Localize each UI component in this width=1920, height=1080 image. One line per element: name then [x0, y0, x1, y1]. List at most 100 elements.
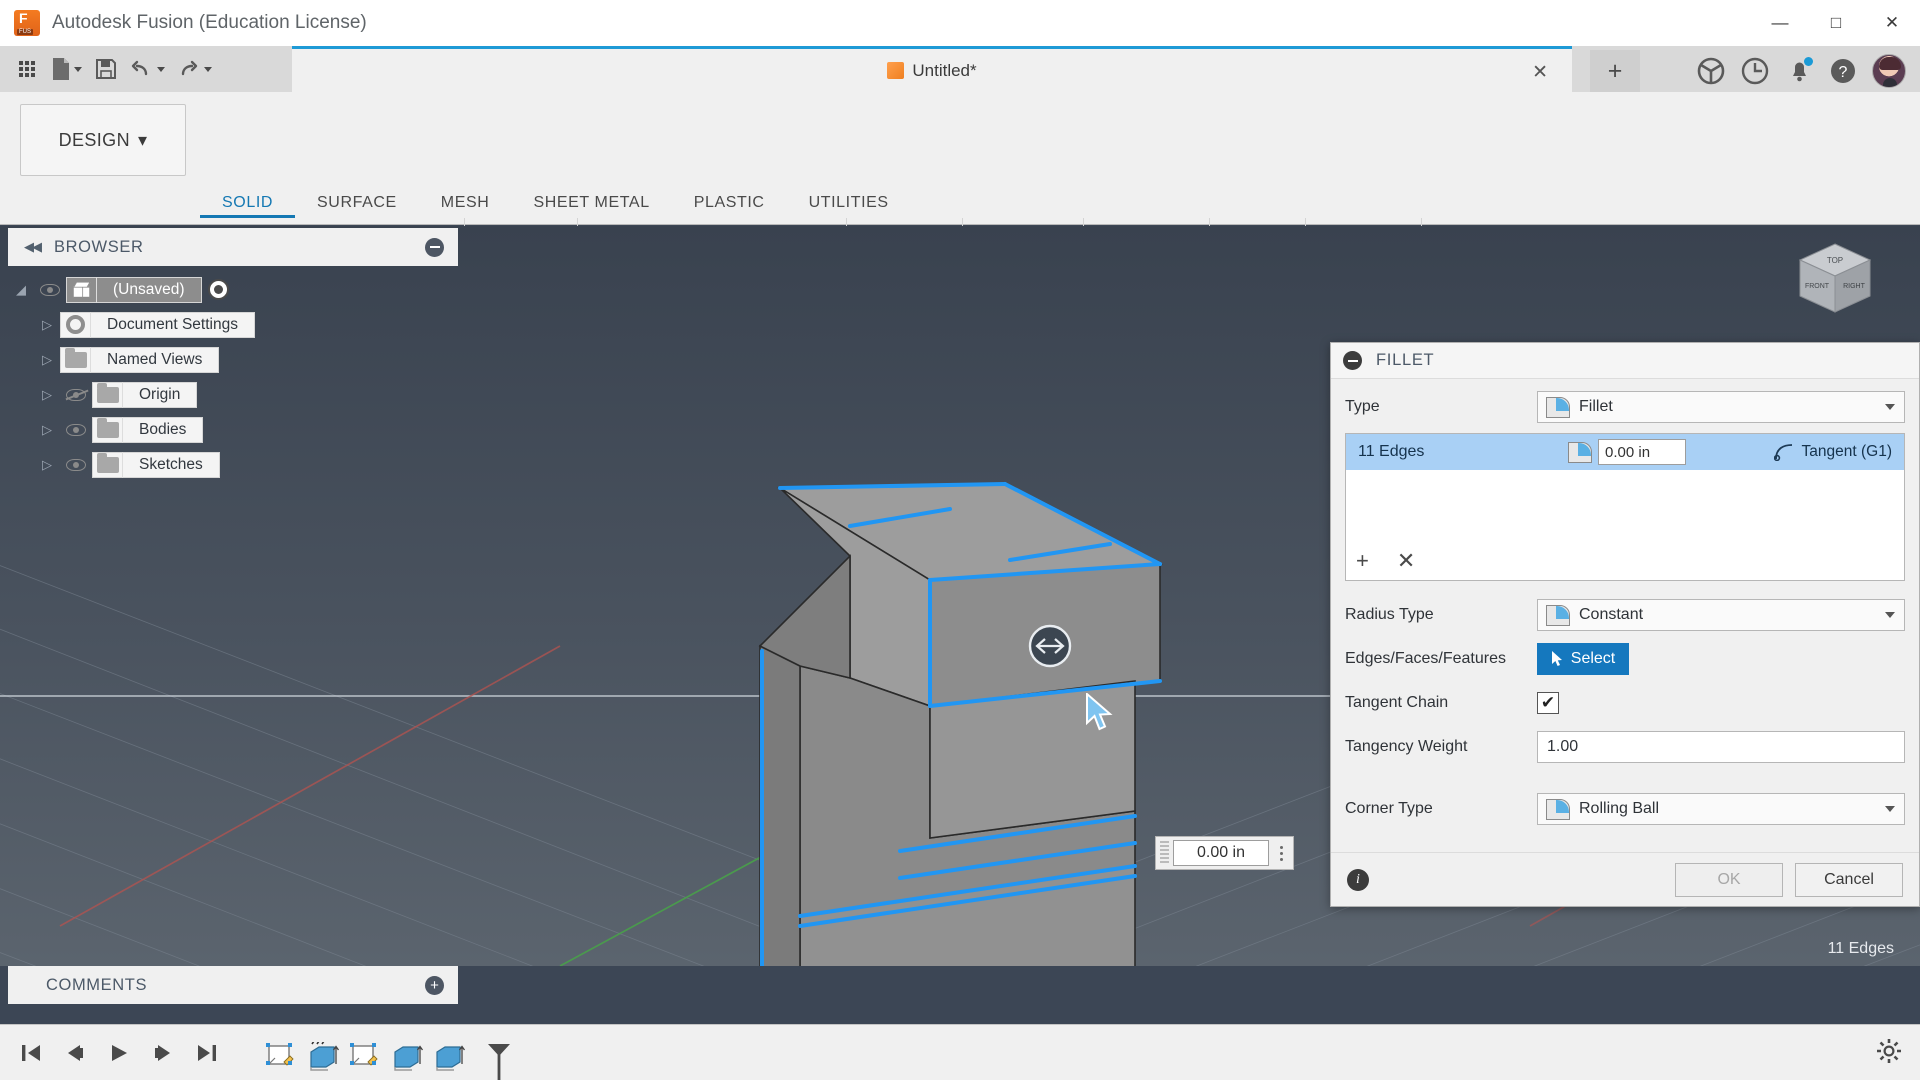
- comments-panel-header[interactable]: COMMENTS +: [8, 966, 458, 1004]
- timeline-bar: [0, 1024, 1920, 1080]
- edge-list-row[interactable]: 11 Edges Tangent (G1): [1346, 434, 1904, 470]
- expand-arrow-right-icon[interactable]: ▷: [34, 457, 60, 473]
- tangency-weight-input[interactable]: 1.00: [1537, 731, 1905, 763]
- radius-type-dropdown[interactable]: Constant: [1537, 599, 1905, 631]
- fillet-dialog-header: FILLET: [1331, 343, 1919, 379]
- visibility-toggle[interactable]: [60, 458, 92, 471]
- tree-row-unsaved[interactable]: ◢ (Unsaved): [8, 272, 458, 307]
- timeline-extrude-feature-1[interactable]: [306, 1040, 340, 1076]
- fillet-dialog[interactable]: FILLET Type Fillet 11 Edges 0.00 in Tang…: [1330, 342, 1920, 907]
- visibility-toggle[interactable]: [60, 423, 92, 436]
- tab-plastic[interactable]: PLASTIC: [672, 188, 787, 218]
- radius-type-value: Constant: [1579, 606, 1644, 623]
- corner-type-dropdown[interactable]: Rolling Ball: [1537, 793, 1905, 825]
- dialog-collapse-icon[interactable]: [1343, 351, 1362, 370]
- type-dropdown[interactable]: Fillet: [1537, 391, 1905, 423]
- expand-arrow-right-icon[interactable]: ▷: [34, 352, 60, 368]
- app-grid-icon[interactable]: [10, 50, 44, 88]
- edge-continuity-label: Tangent (G1): [1801, 443, 1892, 460]
- remove-selection-icon[interactable]: ✕: [1397, 548, 1415, 574]
- edge-radius-input[interactable]: [1598, 439, 1686, 465]
- step-back-button[interactable]: [60, 1038, 90, 1068]
- browser-collapse-icon[interactable]: ◀◀: [24, 239, 42, 255]
- save-icon[interactable]: [89, 50, 123, 88]
- new-tab-button[interactable]: +: [1590, 50, 1640, 92]
- fusion-application-window: Autodesk Fusion (Education License) — □ …: [0, 0, 1920, 1080]
- step-forward-button[interactable]: [148, 1038, 178, 1068]
- cursor-arrow-icon: [1551, 651, 1562, 666]
- tree-row-origin[interactable]: ▷ Origin: [8, 377, 458, 412]
- tree-chip[interactable]: Document Settings: [60, 311, 255, 338]
- view-cube[interactable]: TOP FRONT RIGHT: [1792, 240, 1878, 326]
- tree-chip[interactable]: (Unsaved): [66, 276, 202, 303]
- add-selection-icon[interactable]: +: [1356, 548, 1369, 574]
- edge-continuity[interactable]: Tangent (G1): [1773, 443, 1892, 461]
- activate-radio[interactable]: [207, 279, 229, 300]
- workspace-selector[interactable]: DESIGN ▾: [20, 104, 186, 176]
- document-tab[interactable]: Untitled* ✕: [292, 46, 1572, 92]
- timeline-marker[interactable]: [484, 1042, 518, 1080]
- timeline-extrude-feature-3[interactable]: [432, 1042, 466, 1076]
- corner-type-label: Corner Type: [1345, 800, 1433, 817]
- job-status-clock-icon[interactable]: [1740, 56, 1770, 86]
- account-avatar[interactable]: [1872, 54, 1906, 88]
- timeline-sketch-feature-2[interactable]: [348, 1042, 382, 1076]
- ok-button[interactable]: OK: [1675, 862, 1783, 897]
- inline-dimension-input-group[interactable]: [1155, 836, 1294, 870]
- title-bar: Autodesk Fusion (Education License) — □ …: [0, 0, 1920, 46]
- tab-sheet-metal[interactable]: SHEET METAL: [511, 188, 671, 218]
- timeline-extrude-feature-2[interactable]: [390, 1042, 424, 1076]
- new-document-icon[interactable]: [46, 50, 87, 88]
- tangent-chain-checkbox[interactable]: ✔: [1537, 692, 1559, 714]
- go-to-end-button[interactable]: [192, 1038, 222, 1068]
- timeline-features: [264, 1030, 518, 1080]
- help-icon[interactable]: ?: [1828, 56, 1858, 86]
- expand-arrow-right-icon[interactable]: ▷: [34, 387, 60, 403]
- view-rotate-marker: [1028, 624, 1072, 668]
- radius-type-label: Radius Type: [1345, 606, 1434, 623]
- dimension-options-icon[interactable]: [1273, 845, 1289, 861]
- edge-selection-list[interactable]: 11 Edges Tangent (G1) + ✕: [1345, 433, 1905, 581]
- tree-chip[interactable]: Bodies: [92, 416, 204, 443]
- top-right-icon-bar: ?: [1696, 50, 1906, 92]
- cancel-button[interactable]: Cancel: [1795, 862, 1903, 897]
- tab-surface[interactable]: SURFACE: [295, 188, 419, 218]
- browser-minimize-icon[interactable]: [425, 237, 444, 257]
- tree-row-bodies[interactable]: ▷ Bodies: [8, 412, 458, 447]
- dimension-drag-handle[interactable]: [1160, 841, 1169, 865]
- maximize-button[interactable]: □: [1808, 0, 1864, 46]
- tree-row-document-settings[interactable]: ▷ Document Settings: [8, 307, 458, 342]
- minimize-button[interactable]: —: [1752, 0, 1808, 46]
- dimension-input[interactable]: [1173, 840, 1269, 866]
- expand-arrow-right-icon[interactable]: ▷: [34, 317, 60, 333]
- visibility-toggle-off[interactable]: [60, 388, 92, 401]
- tab-mesh[interactable]: MESH: [419, 188, 512, 218]
- info-icon[interactable]: i: [1347, 868, 1369, 891]
- tab-utilities[interactable]: UTILITIES: [787, 188, 911, 218]
- row-corner-type: Corner Type Rolling Ball: [1345, 787, 1905, 831]
- expand-arrow-right-icon[interactable]: ▷: [34, 422, 60, 438]
- tree-chip[interactable]: Named Views: [60, 346, 220, 373]
- tree-row-sketches[interactable]: ▷ Sketches: [8, 447, 458, 482]
- tab-solid[interactable]: SOLID: [200, 188, 296, 218]
- notifications-bell-icon[interactable]: [1784, 56, 1814, 86]
- close-button[interactable]: ✕: [1864, 0, 1920, 46]
- redo-icon[interactable]: [172, 50, 217, 88]
- tree-chip[interactable]: Sketches: [92, 451, 220, 478]
- timeline-settings-icon[interactable]: [1876, 1038, 1902, 1068]
- undo-icon[interactable]: [125, 50, 170, 88]
- play-button[interactable]: [104, 1038, 134, 1068]
- add-comment-icon[interactable]: +: [425, 975, 444, 995]
- window-controls: — □ ✕: [1752, 0, 1920, 46]
- type-label: Type: [1345, 398, 1380, 415]
- timeline-sketch-feature-1[interactable]: [264, 1042, 298, 1076]
- visibility-toggle[interactable]: [34, 283, 66, 296]
- go-to-beginning-button[interactable]: [16, 1038, 46, 1068]
- expand-arrow-down-icon[interactable]: ◢: [8, 282, 34, 298]
- tree-row-named-views[interactable]: ▷ Named Views: [8, 342, 458, 377]
- document-tab-close-icon[interactable]: ✕: [1532, 61, 1548, 84]
- tree-item-label: Origin: [139, 385, 181, 403]
- select-button[interactable]: Select: [1537, 643, 1629, 675]
- tree-chip[interactable]: Origin: [92, 381, 198, 408]
- extensions-icon[interactable]: [1696, 56, 1726, 86]
